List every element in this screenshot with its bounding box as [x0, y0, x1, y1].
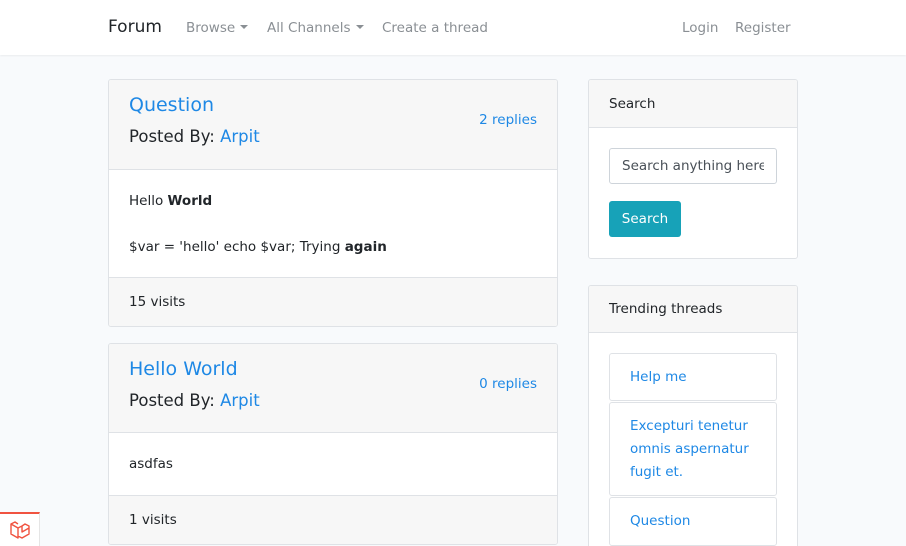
- thread-footer: 15 visits: [109, 277, 557, 326]
- thread-card: Hello World Posted By: Arpit 0 replies a…: [108, 343, 558, 545]
- laravel-logo-icon: [10, 521, 30, 539]
- visits-count: 1 visits: [129, 512, 177, 528]
- caret-down-icon: [355, 25, 364, 29]
- search-button[interactable]: Search: [609, 201, 681, 237]
- body-text: Hello: [129, 193, 168, 209]
- posted-by-label: Posted By:: [129, 391, 215, 410]
- replies-link[interactable]: 2 replies: [479, 112, 537, 128]
- channels-label: All Channels: [267, 20, 351, 36]
- browse-label: Browse: [186, 20, 236, 36]
- body-text: $var = 'hello' echo $var; Trying: [129, 239, 345, 255]
- author-link[interactable]: Arpit: [220, 391, 260, 410]
- login-link[interactable]: Login: [682, 20, 718, 36]
- search-card-title: Search: [609, 96, 656, 112]
- thread-body-line: Hello World: [129, 193, 212, 209]
- thread-title-link[interactable]: Question: [129, 94, 214, 116]
- posted-by: Posted By: Arpit: [129, 127, 260, 146]
- body-bold-text: World: [167, 193, 213, 209]
- thread-body-text: asdfas: [129, 456, 173, 472]
- browse-dropdown[interactable]: Browse: [186, 20, 249, 36]
- thread-title-link[interactable]: Hello World: [129, 358, 238, 380]
- trending-thread-link[interactable]: Help me: [609, 353, 777, 401]
- search-input[interactable]: [609, 148, 777, 184]
- register-link[interactable]: Register: [735, 20, 791, 36]
- body-bold-text: again: [344, 239, 387, 255]
- laravel-debugbar-tab[interactable]: [0, 512, 40, 546]
- channels-dropdown[interactable]: All Channels: [267, 20, 364, 36]
- posted-by: Posted By: Arpit: [129, 391, 260, 410]
- caret-down-icon: [240, 25, 249, 29]
- thread-card: Question Posted By: Arpit 2 replies Hell…: [108, 79, 558, 327]
- trending-card-title: Trending threads: [609, 301, 723, 317]
- thread-header: Question Posted By: Arpit 2 replies: [109, 80, 557, 170]
- trending-card: Trending threads Help me Excepturi tenet…: [588, 285, 798, 546]
- search-card: Search Search: [588, 79, 798, 259]
- thread-body-line: $var = 'hello' echo $var; Trying again: [129, 239, 387, 255]
- author-link[interactable]: Arpit: [220, 127, 260, 146]
- posted-by-label: Posted By:: [129, 127, 215, 146]
- trending-thread-link[interactable]: Question: [609, 497, 777, 546]
- trending-thread-link[interactable]: Excepturi tenetur omnis aspernatur fugit…: [609, 402, 777, 496]
- thread-footer: 1 visits: [109, 495, 557, 544]
- thread-header: Hello World Posted By: Arpit 0 replies: [109, 344, 557, 433]
- create-thread-link[interactable]: Create a thread: [382, 20, 488, 36]
- navbar: Forum Browse All Channels Create a threa…: [0, 0, 906, 55]
- replies-link[interactable]: 0 replies: [479, 376, 537, 392]
- brand-link[interactable]: Forum: [108, 17, 162, 37]
- trending-card-header: Trending threads: [589, 286, 797, 333]
- visits-count: 15 visits: [129, 294, 186, 310]
- search-card-header: Search: [589, 80, 797, 128]
